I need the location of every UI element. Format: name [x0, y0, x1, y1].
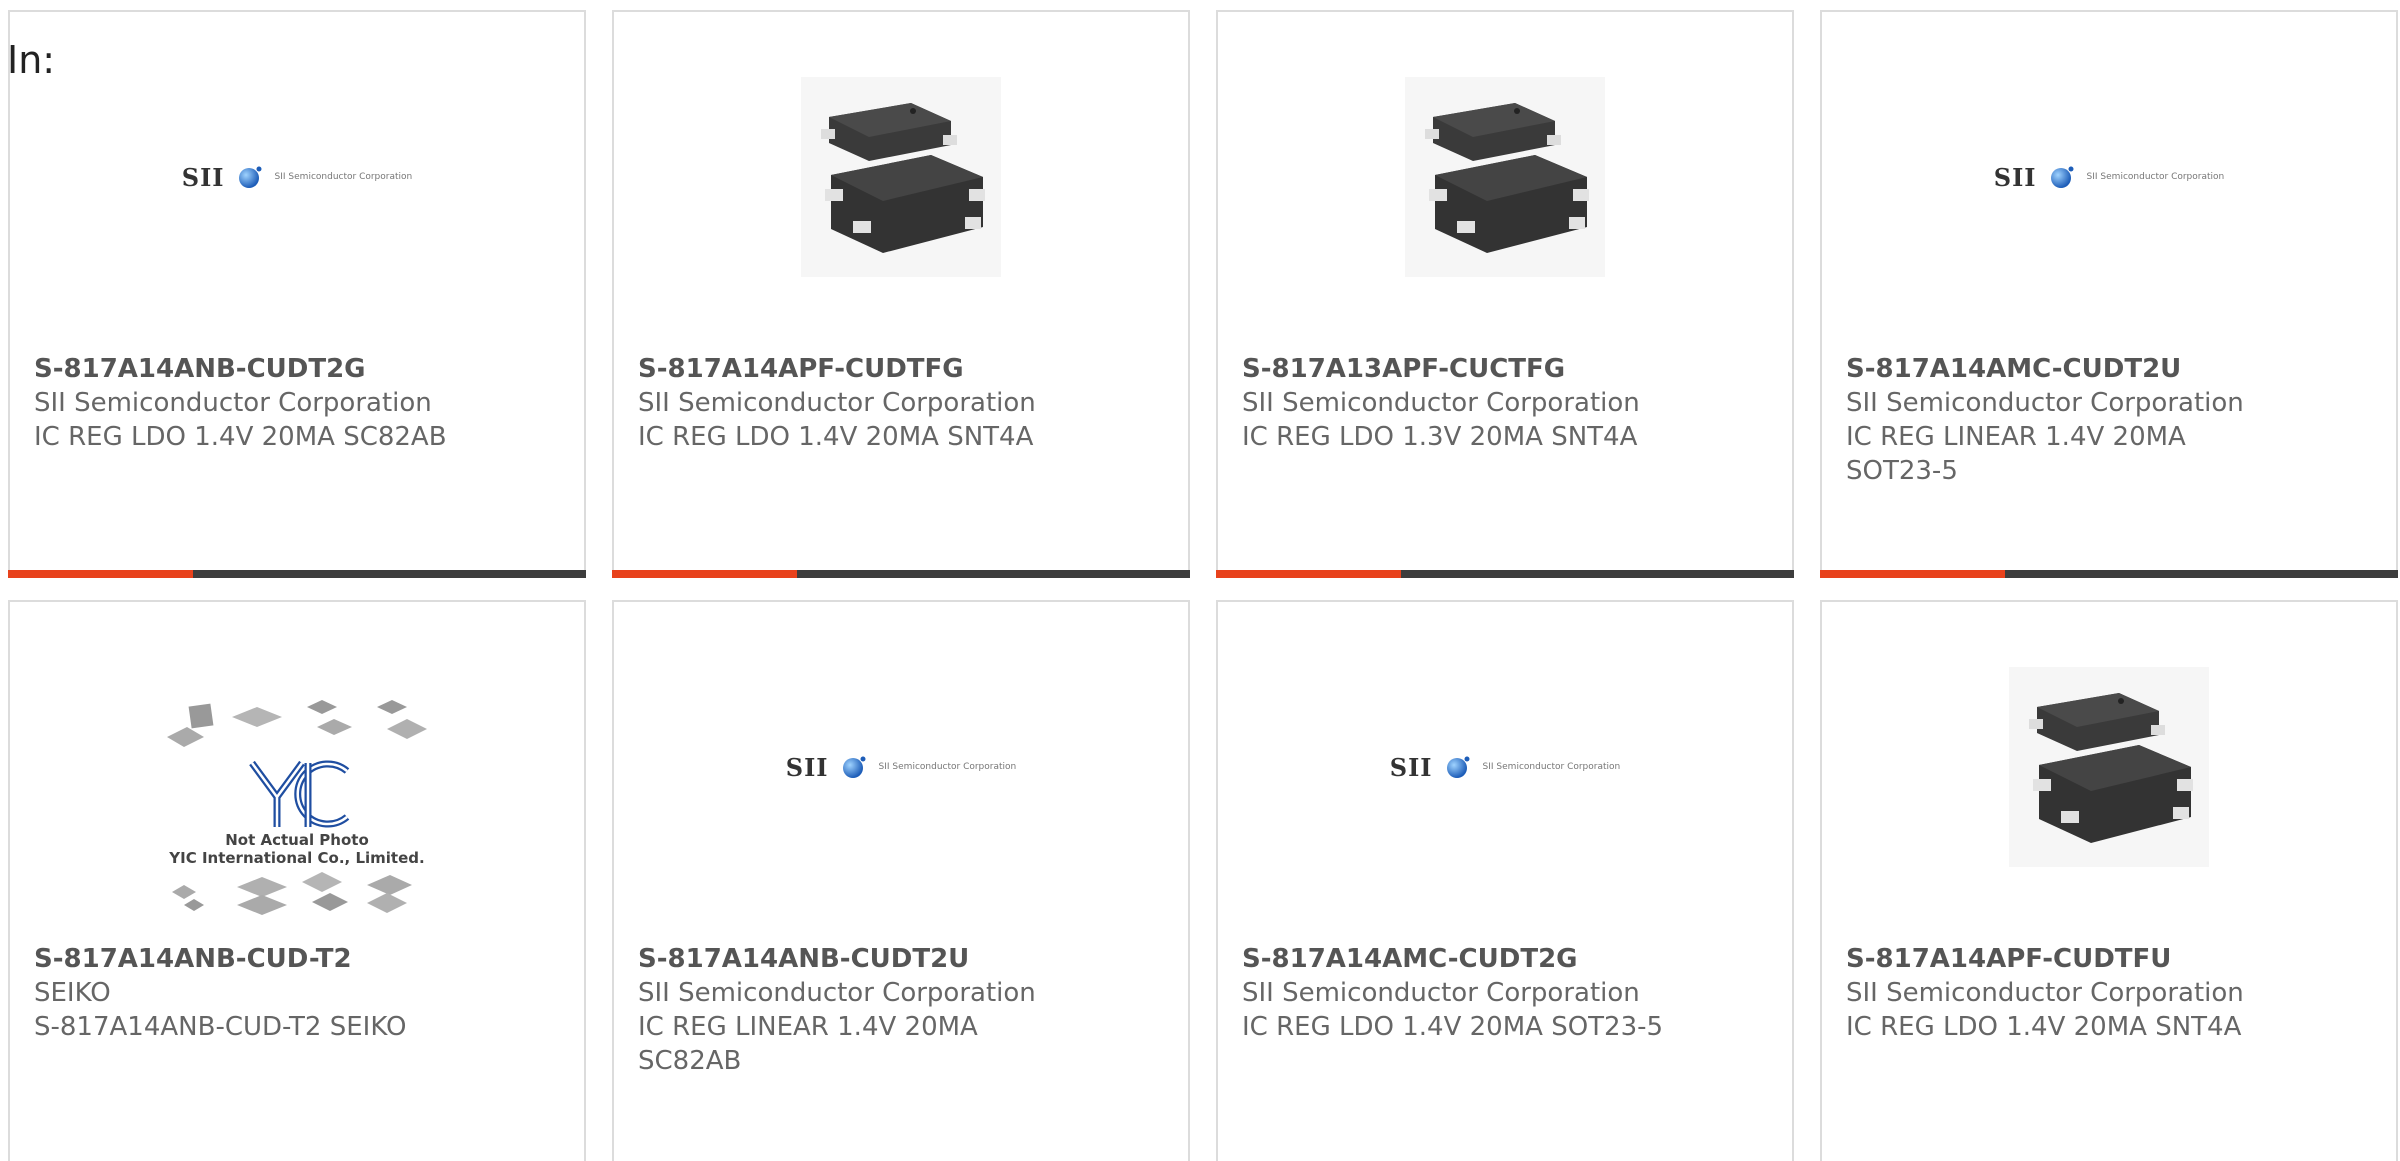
in-label: In:	[7, 38, 56, 82]
product-info: S-817A14AMC-CUDT2G SII Semiconductor Cor…	[1242, 942, 1772, 1044]
product-thumbnail: SII SII Semiconductor Corporation	[1822, 72, 2396, 282]
manufacturer: SII Semiconductor Corporation	[34, 388, 432, 418]
manufacturer: SII Semiconductor Corporation	[638, 978, 1036, 1008]
product-info: S-817A14ANB-CUD-T2 SEIKO S-817A14ANB-CUD…	[34, 942, 564, 1044]
product-thumbnail	[1218, 72, 1792, 282]
part-number[interactable]: S-817A14ANB-CUDT2U	[638, 942, 1168, 976]
not-actual-photo-placeholder: Not Actual Photo YIC International Co., …	[162, 697, 432, 917]
description-cont: SC82AB	[638, 1046, 742, 1076]
chip-package-icon	[2009, 667, 2209, 867]
manufacturer: SII Semiconductor Corporation	[1846, 388, 2244, 418]
manufacturer: SII Semiconductor Corporation	[1242, 388, 1640, 418]
product-grid: SII SII Semiconductor Corporation S-817A…	[8, 10, 2398, 578]
card-progress-bar	[8, 570, 586, 578]
part-number[interactable]: S-817A14ANB-CUDT2G	[34, 352, 564, 386]
description: S-817A14ANB-CUD-T2 SEIKO	[34, 1012, 407, 1042]
product-info: S-817A14ANB-CUDT2U SII Semiconductor Cor…	[638, 942, 1168, 1078]
globe-icon	[1446, 756, 1470, 778]
manufacturer: SII Semiconductor Corporation	[1242, 978, 1640, 1008]
sii-logo: SII SII Semiconductor Corporation	[1389, 752, 1621, 782]
product-info: S-817A14APF-CUDTFU SII Semiconductor Cor…	[1846, 942, 2376, 1044]
product-grid-row-2: Not Actual Photo YIC International Co., …	[8, 600, 2398, 1161]
description: IC REG LINEAR 1.4V 20MA	[1846, 422, 2186, 452]
product-thumbnail: Not Actual Photo YIC International Co., …	[10, 682, 584, 932]
product-card[interactable]: SII SII Semiconductor Corporation S-817A…	[1820, 10, 2398, 578]
product-card[interactable]: SII SII Semiconductor Corporation S-817A…	[612, 600, 1190, 1161]
chip-package-icon	[1405, 77, 1605, 277]
description: IC REG LDO 1.3V 20MA SNT4A	[1242, 422, 1638, 452]
placeholder-caption: Not Actual Photo YIC International Co., …	[169, 831, 425, 867]
part-number[interactable]: S-817A13APF-CUCTFG	[1242, 352, 1772, 386]
card-progress-bar	[1216, 570, 1794, 578]
description: IC REG LDO 1.4V 20MA SNT4A	[638, 422, 1034, 452]
card-progress-fill	[1820, 570, 2005, 578]
sii-logo: SII SII Semiconductor Corporation	[1993, 162, 2225, 192]
product-thumbnail	[1822, 662, 2396, 872]
product-card[interactable]: SII SII Semiconductor Corporation S-817A…	[8, 10, 586, 578]
product-info: S-817A14ANB-CUDT2G SII Semiconductor Cor…	[34, 352, 564, 454]
globe-icon	[238, 166, 262, 188]
ic-packages-icon	[167, 700, 427, 747]
product-card[interactable]: S-817A14APF-CUDTFU SII Semiconductor Cor…	[1820, 600, 2398, 1161]
manufacturer: SII Semiconductor Corporation	[638, 388, 1036, 418]
chip-package-icon	[801, 77, 1001, 277]
card-progress-fill	[612, 570, 797, 578]
product-card[interactable]: S-817A14APF-CUDTFG SII Semiconductor Cor…	[612, 10, 1190, 578]
description: IC REG LINEAR 1.4V 20MA	[638, 1012, 978, 1042]
product-card[interactable]: SII SII Semiconductor Corporation S-817A…	[1216, 600, 1794, 1161]
part-number[interactable]: S-817A14AMC-CUDT2G	[1242, 942, 1772, 976]
product-thumbnail: SII SII Semiconductor Corporation	[1218, 662, 1792, 872]
globe-icon	[842, 756, 866, 778]
description: IC REG LDO 1.4V 20MA SC82AB	[34, 422, 447, 452]
description: IC REG LDO 1.4V 20MA SNT4A	[1846, 1012, 2242, 1042]
product-card[interactable]: Not Actual Photo YIC International Co., …	[8, 600, 586, 1161]
part-number[interactable]: S-817A14ANB-CUD-T2	[34, 942, 564, 976]
yic-logo	[249, 760, 350, 828]
product-info: S-817A13APF-CUCTFG SII Semiconductor Cor…	[1242, 352, 1772, 454]
product-info: S-817A14AMC-CUDT2U SII Semiconductor Cor…	[1846, 352, 2376, 488]
sii-logo: SII SII Semiconductor Corporation	[181, 162, 413, 192]
card-progress-fill	[8, 570, 193, 578]
globe-icon	[2050, 166, 2074, 188]
part-number[interactable]: S-817A14APF-CUDTFU	[1846, 942, 2376, 976]
product-info: S-817A14APF-CUDTFG SII Semiconductor Cor…	[638, 352, 1168, 454]
part-number[interactable]: S-817A14AMC-CUDT2U	[1846, 352, 2376, 386]
product-thumbnail: SII SII Semiconductor Corporation	[10, 72, 584, 282]
part-number[interactable]: S-817A14APF-CUDTFG	[638, 352, 1168, 386]
description-cont: SOT23-5	[1846, 456, 1958, 486]
ic-packages-icon	[172, 872, 412, 915]
card-progress-fill	[1216, 570, 1401, 578]
product-thumbnail	[614, 72, 1188, 282]
manufacturer: SEIKO	[34, 978, 111, 1008]
card-progress-bar	[612, 570, 1190, 578]
card-progress-bar	[1820, 570, 2398, 578]
product-thumbnail: SII SII Semiconductor Corporation	[614, 662, 1188, 872]
product-card[interactable]: S-817A13APF-CUCTFG SII Semiconductor Cor…	[1216, 10, 1794, 578]
manufacturer: SII Semiconductor Corporation	[1846, 978, 2244, 1008]
sii-logo: SII SII Semiconductor Corporation	[785, 752, 1017, 782]
description: IC REG LDO 1.4V 20MA SOT23-5	[1242, 1012, 1664, 1042]
